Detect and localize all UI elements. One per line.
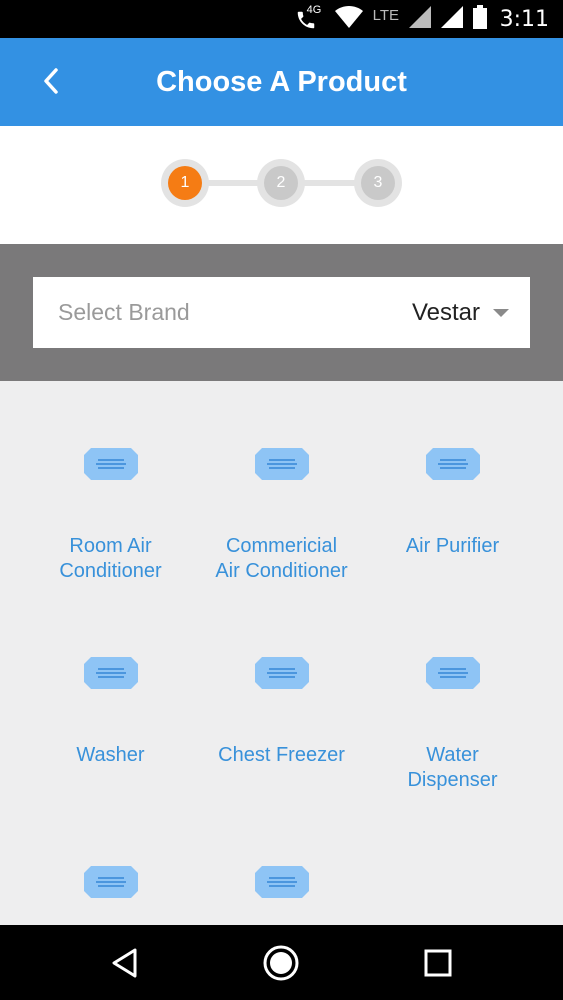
step-1: 1 [161,159,209,207]
cell-signal-icon [409,5,431,33]
product-name: Room Air Conditioner [59,535,162,582]
product-name: Chest Freezer [218,744,345,766]
product-name: Washer [76,744,145,766]
product-item-8[interactable] [196,799,367,925]
brand-selected-value: Vestar [411,299,480,326]
phone-signal-icon: 4G [295,4,325,32]
product-item-7[interactable] [25,799,196,925]
battery-icon [473,4,487,34]
lte-label: LTE [372,6,399,24]
system-nav-bar [0,925,563,1000]
progress-stepper: 1 2 3 [0,126,563,244]
product-name: Commericial Air Conditioner [215,535,348,582]
clock: 3:11 [499,7,549,32]
air-conditioner-icon [84,657,138,689]
nav-back-icon[interactable] [105,943,145,983]
step-3: 3 [354,159,402,207]
nav-home-icon[interactable] [261,943,301,983]
dropdown-caret-icon [493,309,509,317]
wifi-icon [334,5,363,33]
product-name: Water Dispenser [407,744,498,791]
brand-dropdown[interactable]: Select Brand Vestar [33,277,530,348]
step-2: 2 [257,159,305,207]
nav-recents-icon[interactable] [418,943,458,983]
step-number: 3 [361,166,395,200]
back-arrow-icon[interactable] [34,64,68,98]
stepper-connector [200,180,264,186]
product-water-dispenser[interactable]: Water Dispenser [367,590,538,791]
page-title: Choose A Product [156,66,407,98]
step-number: 2 [264,166,298,200]
air-conditioner-icon [426,448,480,480]
network-type-label: 4G [306,4,322,16]
product-washer[interactable]: Washer [25,590,196,790]
status-bar: 4G LTE 3:11 [0,0,563,38]
product-chest-freezer[interactable]: Chest Freezer [196,590,367,790]
product-air-purifier[interactable]: Air Purifier [367,381,538,581]
cell-signal-2-icon [441,5,463,33]
air-conditioner-icon [84,448,138,480]
brand-label: Select Brand [58,299,190,325]
product-grid: Room Air Conditioner Commericial Air Con… [0,381,563,925]
product-name: Air Purifier [405,535,500,557]
air-conditioner-icon [255,866,309,898]
product-room-air-conditioner[interactable]: Room Air Conditioner [25,381,196,582]
brand-section: Select Brand Vestar [0,244,563,381]
stepper-connector [298,180,362,186]
product-commercial-air-conditioner[interactable]: Commericial Air Conditioner [196,381,367,582]
air-conditioner-icon [255,657,309,689]
air-conditioner-icon [255,448,309,480]
step-number: 1 [168,166,202,200]
air-conditioner-icon [84,866,138,898]
air-conditioner-icon [426,657,480,689]
app-bar: Choose A Product [0,38,563,126]
status-icons: 4G LTE [295,4,487,34]
